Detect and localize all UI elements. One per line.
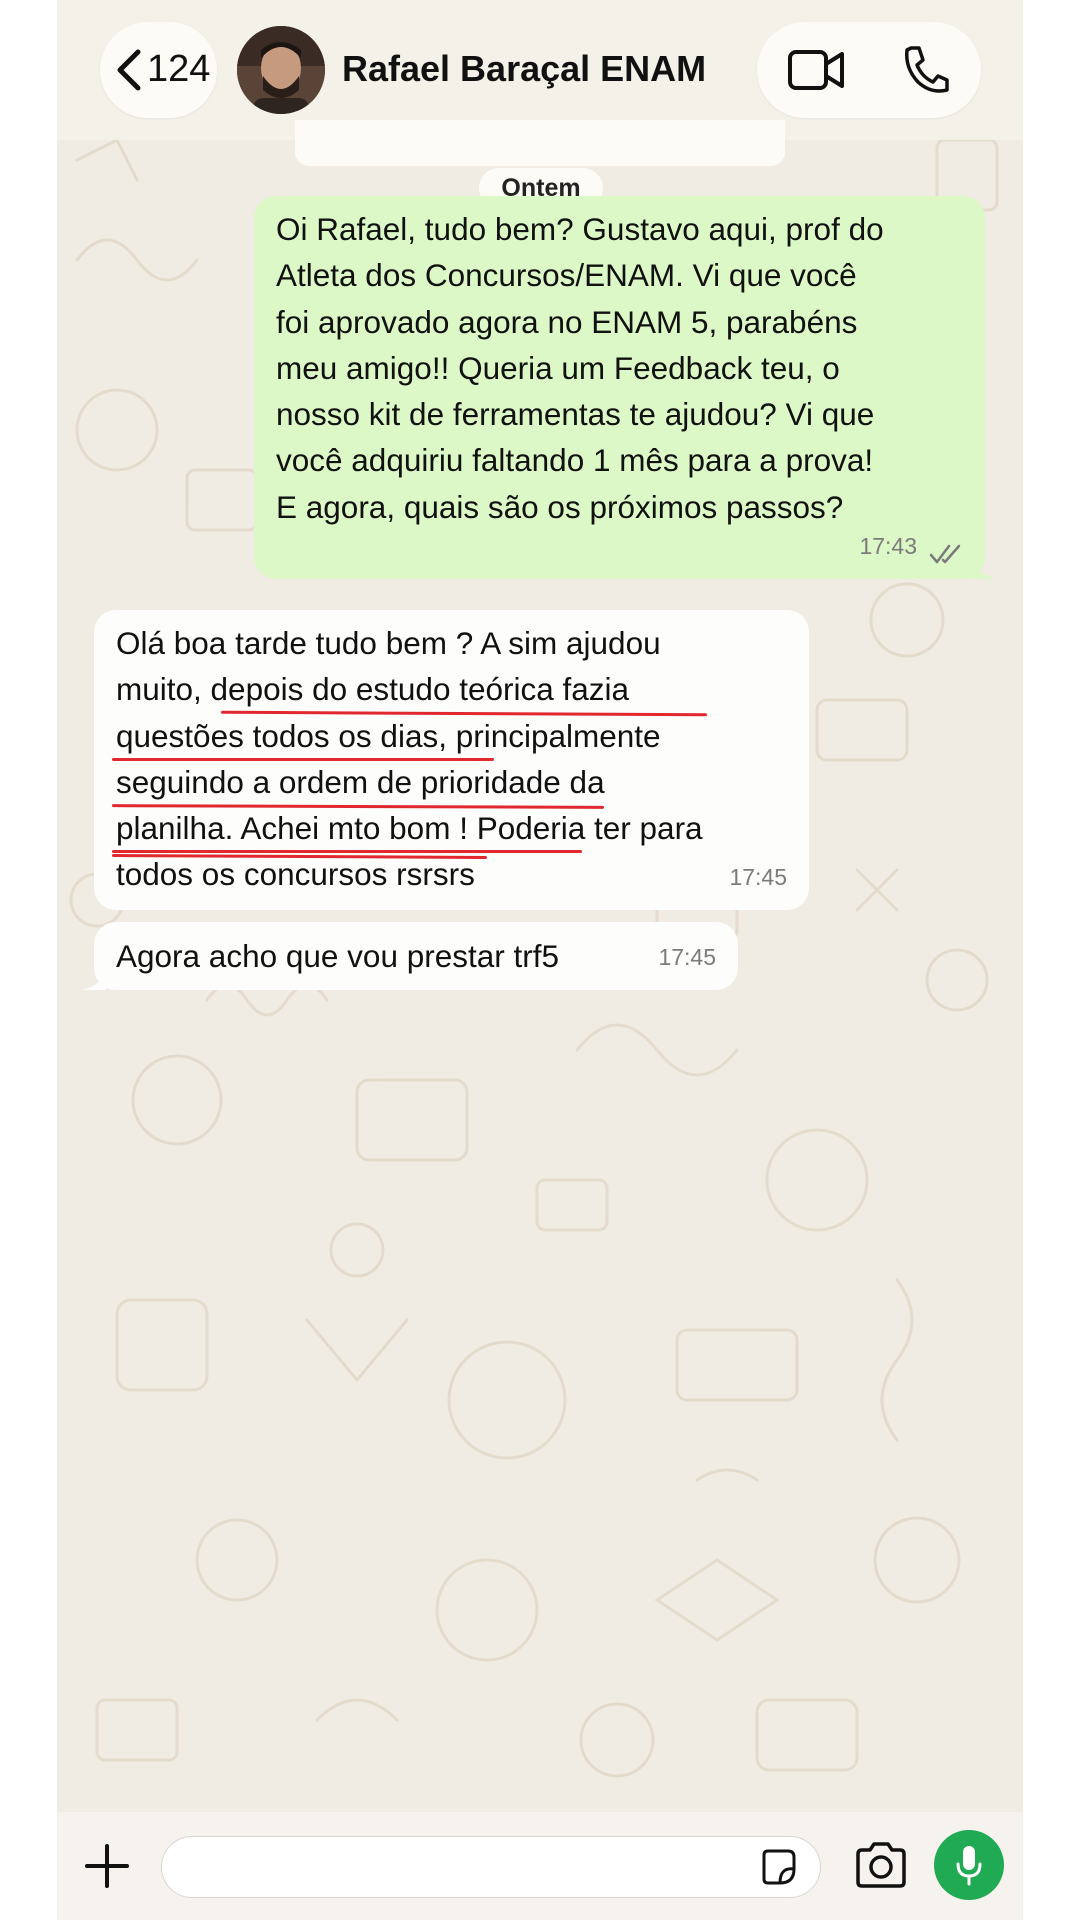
message-line: nosso kit de ferramentas te ajudou? Vi q… xyxy=(276,396,875,433)
message-text: Oi Rafael, tudo bem? Gustavo aqui, prof … xyxy=(276,206,884,530)
message-line: Olá boa tarde tudo bem ? A sim ajudou xyxy=(116,625,661,661)
message-line: questões todos os dias, principalmente xyxy=(116,717,661,754)
double-check-icon xyxy=(929,544,961,564)
previous-message-bubble xyxy=(295,120,785,166)
unread-count: 124 xyxy=(147,48,211,90)
video-call-icon[interactable] xyxy=(787,44,845,96)
message-time: 17:43 xyxy=(859,532,917,559)
incoming-message[interactable]: Olá boa tarde tudo bem ? A sim ajudou mu… xyxy=(94,610,809,910)
incoming-message[interactable]: Agora acho que vou prestar trf5 17:45 xyxy=(82,922,738,990)
plus-icon[interactable] xyxy=(83,1842,131,1890)
bubble-tail xyxy=(973,557,997,579)
chevron-left-icon xyxy=(117,49,141,91)
microphone-icon xyxy=(956,1846,982,1886)
message-line: E agora, quais são os próximos passos? xyxy=(276,488,844,525)
call-actions xyxy=(757,22,981,118)
message-time: 17:45 xyxy=(658,943,716,970)
message-input[interactable] xyxy=(161,1836,821,1898)
outgoing-message[interactable]: Oi Rafael, tudo bem? Gustavo aqui, prof … xyxy=(254,196,997,579)
sticker-icon[interactable] xyxy=(758,1847,798,1887)
back-button[interactable]: 124 xyxy=(100,22,217,118)
message-line: meu amigo!! Queria um Feedback teu, o xyxy=(276,349,840,386)
message-line: foi aprovado agora no ENAM 5, parabéns xyxy=(276,303,858,340)
message-line: muito, depois do estudo teórica fazia xyxy=(116,671,630,708)
message-line: Agora acho que vou prestar trf5 xyxy=(116,938,560,974)
message-text: Agora acho que vou prestar trf5 xyxy=(116,933,559,979)
message-time: 17:45 xyxy=(729,863,787,890)
message-line: Atleta dos Concursos/ENAM. Vi que você xyxy=(276,257,857,294)
bubble-tail xyxy=(82,968,106,990)
underline-annotation xyxy=(112,758,494,761)
chat-screen: 124 Rafael Baraçal ENAM Ontem Oi Rafael,… xyxy=(57,0,1023,1920)
message-line: Oi Rafael, tudo bem? Gustavo aqui, prof … xyxy=(276,211,884,247)
camera-icon[interactable] xyxy=(854,1840,908,1890)
contact-name[interactable]: Rafael Baraçal ENAM xyxy=(342,48,706,90)
phone-icon[interactable] xyxy=(901,44,949,96)
message-line: você adquiriu faltando 1 mês para a prov… xyxy=(276,442,874,479)
message-line: planilha. Achei mto bom ! Poderia ter pa… xyxy=(116,810,703,847)
microphone-button[interactable] xyxy=(934,1830,1004,1900)
message-line: seguindo a ordem de prioridade da xyxy=(116,763,605,800)
avatar[interactable] xyxy=(237,26,325,114)
chat-header: 124 Rafael Baraçal ENAM xyxy=(57,0,1023,140)
avatar-photo xyxy=(237,26,325,114)
underline-annotation xyxy=(112,850,582,853)
composer-bar xyxy=(57,1812,1023,1920)
